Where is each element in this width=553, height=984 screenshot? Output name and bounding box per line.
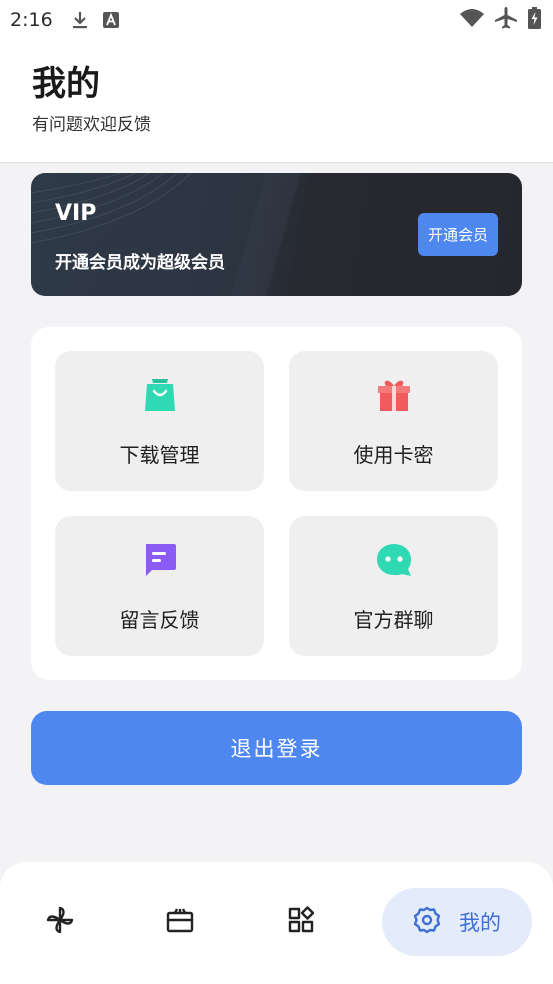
vip-description: 开通会员成为超级会员 [55,253,225,273]
nav-item-ticket[interactable] [150,888,210,956]
message-icon [140,540,180,580]
tile-label: 使用卡密 [353,443,434,467]
feedback-tile[interactable]: 留言反馈 [55,516,264,656]
group-chat-tile[interactable]: 官方群聊 [289,516,498,656]
status-bar: 2:16 [0,0,553,40]
features-card: 下载管理 使用卡密 留言反馈 官方群聊 [31,327,522,680]
wifi-icon [460,8,484,33]
use-card-key-tile[interactable]: 使用卡密 [289,351,498,491]
download-management-tile[interactable]: 下载管理 [55,351,264,491]
page-header: 我的 有问题欢迎反馈 [0,40,553,163]
airplane-icon [494,6,518,34]
a-icon [102,12,119,28]
tile-label: 留言反馈 [119,608,200,632]
open-membership-button[interactable]: 开通会员 [418,213,498,256]
nav-item-pinwheel[interactable] [30,888,90,956]
page-subtitle: 有问题欢迎反馈 [32,115,151,135]
shopping-bag-icon [140,375,180,415]
page-title: 我的 [32,64,100,104]
tile-label: 下载管理 [119,443,200,467]
status-time: 2:16 [10,9,53,31]
gear-icon [413,906,441,938]
nav-label-mine: 我的 [459,911,501,935]
nav-item-mine[interactable]: 我的 [382,888,532,956]
vip-card: VIP 开通会员成为超级会员 开通会员 [31,173,522,296]
download-icon [71,10,89,30]
battery-icon [528,6,541,34]
chat-bubble-icon [374,540,414,580]
gift-icon [374,375,414,415]
tile-label: 官方群聊 [353,608,434,632]
pinwheel-icon [45,905,75,939]
ticket-icon [165,905,195,939]
nav-item-apps[interactable] [271,888,331,956]
bottom-navigation: 我的 [0,862,553,984]
vip-title: VIP [55,201,97,226]
apps-icon [286,905,316,939]
logout-button[interactable]: 退出登录 [31,711,522,785]
